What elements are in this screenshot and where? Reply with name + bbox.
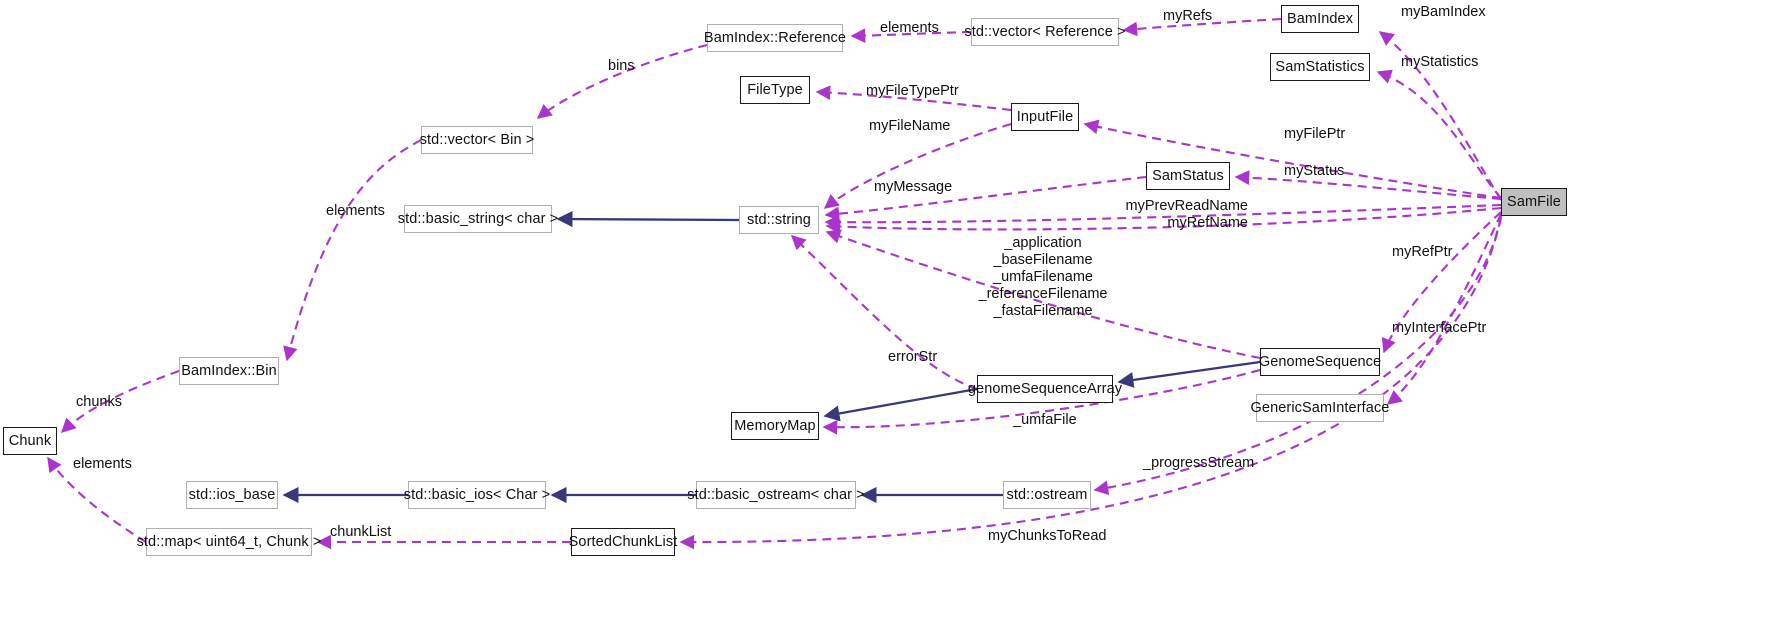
node-basic-string-char[interactable]: std::basic_string< char > [398,205,558,233]
collaboration-diagram: BamIndex::Reference std::vector< Referen… [0,0,1787,640]
edge-label-myrefs: myRefs [1163,8,1213,24]
node-std-string[interactable]: std::string [739,206,819,234]
node-samstatistics[interactable]: SamStatistics [1270,53,1370,81]
edge-label-filenames: _application _baseFilename _umfaFilename… [978,235,1108,320]
edge-label-elements-string: elements [326,203,385,219]
edge-label-elements-chunk: elements [73,456,132,472]
node-inputfile[interactable]: InputFile [1011,103,1079,131]
edge-label-mystatus: myStatus [1284,163,1345,179]
node-samfile[interactable]: SamFile [1501,188,1567,216]
edge-mystatus [1234,170,1502,201]
edge-label-bins: bins [608,58,635,74]
edge-label-mystatistics: myStatistics [1401,54,1479,70]
edge-label-chunks: chunks [76,394,122,410]
edge-label-mychunkstoread: myChunksToRead [988,528,1107,544]
edge-label-myrefptr: myRefPtr [1392,244,1453,260]
node-ios-base[interactable]: std::ios_base [186,481,278,509]
node-samstatus[interactable]: SamStatus [1146,162,1230,190]
node-memorymap[interactable]: MemoryMap [731,412,819,440]
node-genericsaminterface[interactable]: GenericSamInterface [1251,394,1389,422]
edge-inherit-string [556,211,740,228]
node-sortedchunklist[interactable]: SortedChunkList [569,528,677,556]
edge-label-errorstr: errorStr [888,349,938,365]
edge-label-prevread-refname: myPrevReadName myRefName [1125,198,1249,232]
edge-label-mymessage: myMessage [874,179,953,195]
node-vector-bin[interactable]: std::vector< Bin > [420,126,534,154]
edge-inherit-memorymap [823,387,978,422]
edge-label-myinterfaceptr: myInterfacePtr [1392,320,1487,336]
node-basic-ios-char[interactable]: std::basic_ios< Char > [404,481,550,509]
edge-label-umfafile: _umfaFile [1013,412,1077,428]
node-filetype[interactable]: FileType [740,76,810,104]
edge-label-mybamindex: myBamIndex [1401,4,1486,20]
edge-label-myfiletypeptr: myFileTypePtr [866,83,959,99]
node-bamindex[interactable]: BamIndex [1281,5,1359,33]
node-bamindex-reference[interactable]: BamIndex::Reference [704,24,846,52]
node-genomesequence[interactable]: GenomeSequence [1259,348,1381,376]
edge-bins [536,43,708,119]
node-vector-reference[interactable]: std::vector< Reference > [964,18,1125,46]
node-genomesequencearray[interactable]: genomeSequenceArray [968,375,1122,403]
edge-label-elements-reference: elements [880,20,939,36]
node-map-uint64-chunk[interactable]: std::map< uint64_t, Chunk > [137,528,321,556]
edge-myinterfaceptr [1386,213,1502,405]
node-bamindex-bin[interactable]: BamIndex::Bin [179,357,279,385]
edge-mystatistics [1376,69,1502,199]
node-basic-ostream-char[interactable]: std::basic_ostream< char > [687,481,865,509]
edge-label-progressstream: _progressStream [1143,455,1255,471]
edge-label-myfileptr: myFilePtr [1284,126,1346,142]
node-chunk[interactable]: Chunk [3,427,57,455]
node-std-ostream[interactable]: std::ostream [1003,481,1091,509]
edge-elements-string [283,139,422,362]
edge-label-myfilename: myFileName [869,118,951,134]
edge-inherit-genomesequence [1117,360,1261,388]
edge-label-chunklist: chunkList [330,524,392,540]
